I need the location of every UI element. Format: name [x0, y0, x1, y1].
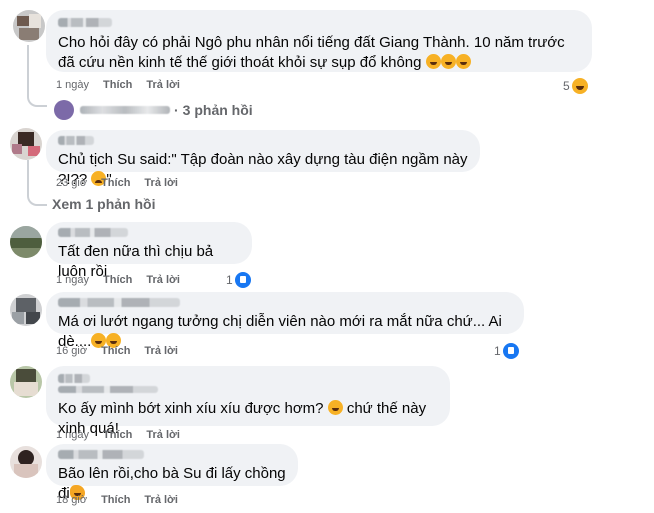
thread-line-1 — [27, 45, 47, 107]
comment-time[interactable]: 1 ngày — [56, 79, 89, 91]
haha-emoji-icon — [327, 400, 343, 415]
view-replies-link[interactable]: Xem 1 phản hồi — [52, 196, 155, 212]
comment-actions: 23 giờ Thích Trả lời — [56, 177, 192, 189]
comment-bubble: Má ơi lướt ngang tưởng chị diễn viên nào… — [46, 292, 524, 350]
like-button[interactable]: Thích — [101, 345, 130, 357]
haha-emoji-icon — [455, 54, 471, 69]
like-button[interactable]: Thích — [101, 494, 130, 506]
comment-actions: 1 ngày Thích Trả lời — [56, 274, 194, 286]
author-name[interactable] — [58, 228, 128, 237]
comment-time[interactable]: 23 giờ — [56, 177, 87, 189]
comment-actions: 18 giờ Thích Trả lời — [56, 494, 192, 506]
author-subtitle — [58, 386, 158, 393]
comment-actions: 1 ngày Thích Trả lời — [56, 79, 194, 91]
avatar[interactable] — [10, 226, 42, 258]
like-icon — [502, 343, 519, 359]
avatar[interactable] — [10, 128, 42, 160]
thread-line-2 — [27, 160, 47, 206]
haha-emoji-icon — [440, 54, 456, 69]
author-name[interactable] — [58, 298, 180, 307]
reply-button[interactable]: Trả lời — [146, 274, 180, 286]
comment-time[interactable]: 1 ngày — [56, 429, 89, 441]
comment-text: Cho hỏi đây có phải Ngô phu nhân nổi tiế… — [58, 34, 565, 71]
comment-actions: 1 ngày Thích Trả lời — [56, 429, 194, 441]
haha-icon — [571, 78, 588, 94]
like-button[interactable]: Thích — [103, 274, 132, 286]
comment-bubble: Chủ tịch Su said:" Tập đoàn nào xây dựng… — [46, 130, 480, 188]
reply-button[interactable]: Trả lời — [144, 494, 178, 506]
reply-button[interactable]: Trả lời — [144, 177, 178, 189]
haha-emoji-icon — [425, 54, 441, 69]
avatar[interactable] — [13, 10, 45, 42]
reply-button[interactable]: Trả lời — [146, 79, 180, 91]
reply-avatar — [54, 100, 74, 120]
reply-author-name — [80, 106, 170, 114]
like-button[interactable]: Thích — [103, 79, 132, 91]
comment-bubble: Tất đen nữa thì chịu bả luôn rồi — [46, 222, 252, 280]
reaction-count[interactable]: 1 — [226, 272, 251, 288]
avatar[interactable] — [10, 366, 42, 398]
avatar[interactable] — [10, 446, 42, 478]
author-name[interactable] — [58, 450, 144, 459]
reply-button[interactable]: Trả lời — [144, 345, 178, 357]
comment-time[interactable]: 1 ngày — [56, 274, 89, 286]
like-button[interactable]: Thích — [101, 177, 130, 189]
avatar[interactable] — [10, 294, 42, 326]
view-replies-link[interactable]: · 3 phản hồi — [54, 100, 253, 120]
comment-bubble: Ko ấy mình bớt xinh xíu xíu được hơm? ch… — [46, 366, 450, 437]
author-name[interactable] — [58, 374, 90, 383]
comment-time[interactable]: 18 giờ — [56, 494, 87, 506]
comment-bubble: Cho hỏi đây có phải Ngô phu nhân nổi tiế… — [46, 10, 592, 72]
like-button[interactable]: Thích — [103, 429, 132, 441]
comment-bubble: Bão lên rồi,cho bà Su đi lấy chồng đi — [46, 444, 298, 502]
author-name[interactable] — [58, 18, 112, 27]
reaction-count[interactable]: 5 — [563, 78, 588, 94]
comment-time[interactable]: 16 giờ — [56, 345, 87, 357]
comment-actions: 16 giờ Thích Trả lời — [56, 345, 192, 357]
reply-button[interactable]: Trả lời — [146, 429, 180, 441]
author-name[interactable] — [58, 136, 94, 145]
like-icon — [234, 272, 251, 288]
reaction-count[interactable]: 1 — [494, 343, 519, 359]
